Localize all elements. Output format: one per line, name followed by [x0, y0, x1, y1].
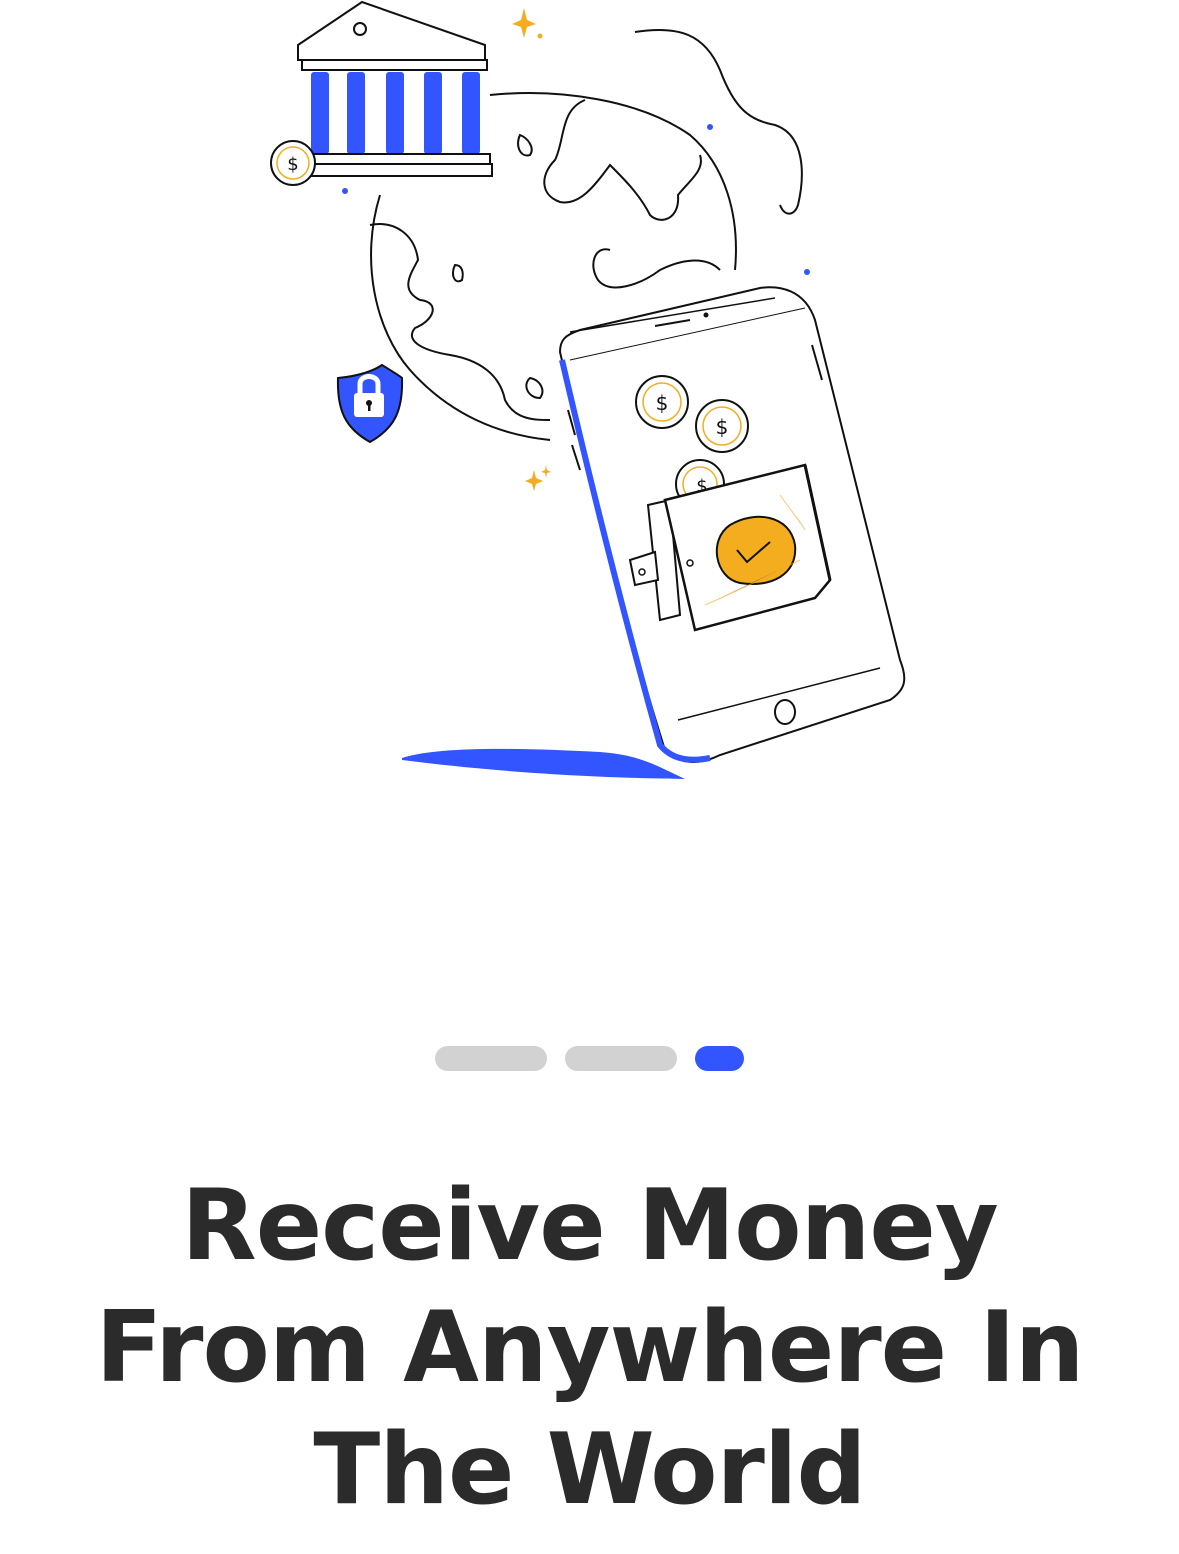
coin-icon: $ [695, 399, 749, 453]
page-dot-3-active[interactable] [695, 1046, 744, 1071]
onboarding-illustration: $ $ $ $ [270, 0, 906, 779]
headline-line-2: From Anywhere In [95, 1291, 1085, 1405]
coin-icon: $ [270, 140, 316, 186]
svg-text:$: $ [656, 391, 669, 415]
bank-icon [289, 0, 493, 177]
headline-line-3: The World [313, 1413, 866, 1527]
page-indicator [0, 1046, 1179, 1071]
onboarding-headline: Receive Money From Anywhere In The World [40, 1165, 1139, 1531]
headline-line-1: Receive Money [181, 1169, 999, 1283]
lock-shield-icon [336, 363, 404, 444]
page-dot-2[interactable] [565, 1046, 677, 1071]
page-dot-1[interactable] [435, 1046, 547, 1071]
coin-icon: $ [635, 375, 689, 429]
svg-text:$: $ [287, 154, 298, 175]
svg-text:$: $ [716, 415, 729, 439]
